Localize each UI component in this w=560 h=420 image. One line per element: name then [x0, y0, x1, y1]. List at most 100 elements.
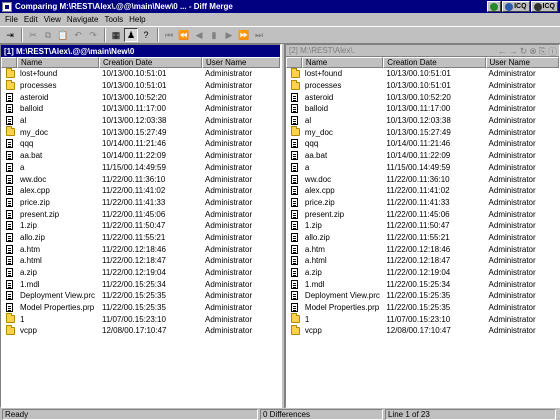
- find-button[interactable]: ♟: [124, 28, 138, 42]
- file-row[interactable]: a.zip 11/22/00.12:19:04 Administrator: [1, 267, 280, 279]
- pane-copy-icon[interactable]: ⎘: [539, 46, 546, 57]
- file-row[interactable]: 1.zip 11/22/00.11:50:47 Administrator: [1, 220, 280, 232]
- file-row[interactable]: a.htm 11/22/00.12:18:46 Administrator: [286, 243, 559, 255]
- next-button[interactable]: ▶: [222, 28, 236, 42]
- file-row[interactable]: processes 10/13/00.10:51:01 Administrator: [286, 79, 559, 92]
- file-row[interactable]: alex.cpp 11/22/00.11:41:02 Administrator: [1, 185, 280, 197]
- file-row[interactable]: aa.bat 10/14/00.11:22:09 Administrator: [1, 150, 280, 162]
- file-row[interactable]: a 11/15/00.14:49:59 Administrator: [1, 162, 280, 174]
- creation-date-column-header[interactable]: Creation Date: [99, 57, 202, 68]
- file-row[interactable]: Deployment View.prc 11/22/00.15:25:35 Admi…: [1, 290, 280, 302]
- creation-date-column-header[interactable]: Creation Date: [383, 57, 486, 68]
- menu-file[interactable]: File: [3, 15, 22, 24]
- file-name: aa.bat: [20, 151, 43, 161]
- file-row[interactable]: processes 10/13/00.10:51:01 Administrator: [1, 79, 280, 92]
- file-name: asteroid: [304, 92, 334, 102]
- properties-button[interactable]: ▦: [109, 28, 123, 42]
- name-column-header[interactable]: Name: [17, 57, 99, 68]
- cut-button[interactable]: ✂: [26, 28, 40, 42]
- menu-navigate[interactable]: Navigate: [65, 15, 103, 24]
- last-diff-button[interactable]: ⏭: [252, 28, 266, 42]
- pane-next-icon[interactable]: →: [509, 46, 518, 56]
- file-row[interactable]: balloid 10/13/00.11:17:00 Administrator: [286, 103, 559, 115]
- file-row-icon-cell: [286, 126, 302, 137]
- file-row[interactable]: my_doc 10/13/00.15:27:49 Administrator: [286, 126, 559, 138]
- file-row[interactable]: a 11/15/00.14:49:59 Administrator: [286, 162, 559, 174]
- file-row[interactable]: 1.mdl 11/22/00.15:25:34 Administrator: [286, 278, 559, 290]
- file-row[interactable]: al 10/13/00.12:03:38 Administrator: [1, 115, 280, 127]
- menu-view[interactable]: View: [42, 15, 65, 24]
- creation-date: 11/22/00.11:36:10: [386, 174, 450, 184]
- creation-date: 10/13/00.11:17:00: [386, 104, 451, 114]
- file-row[interactable]: asteroid 10/13/00.10:52:20 Administrator: [286, 91, 559, 103]
- file-name: a.htm: [304, 244, 325, 254]
- help-button[interactable]: ?: [139, 28, 153, 42]
- file-row[interactable]: a.zip 11/22/00.12:19:04 Administrator: [286, 267, 559, 279]
- file-row[interactable]: vcpp 12/08/00.17:10:47 Administrator: [1, 324, 280, 337]
- file-row[interactable]: price.zip 11/22/00.11:41:33 Administrator: [286, 197, 559, 209]
- paste-button[interactable]: 📋: [56, 28, 70, 42]
- app-icon[interactable]: [2, 1, 12, 12]
- right-file-list: lost+found 10/13/00.10:51:01 Administrator…: [286, 67, 559, 337]
- menu-tools[interactable]: Tools: [102, 15, 127, 24]
- current-button[interactable]: ▮: [207, 28, 221, 42]
- window-title: Comparing M:\REST\Alex\.@@\main\New\0 ..…: [15, 2, 233, 11]
- file-row[interactable]: price.zip 11/22/00.11:41:33 Administrator: [1, 197, 280, 209]
- first-diff-button[interactable]: ⏮: [162, 28, 176, 42]
- file-row[interactable]: ww.doc 11/22/00.11:36:10 Administrator: [1, 173, 280, 185]
- file-row[interactable]: 1 11/07/00.15:23:10 Administrator: [286, 313, 559, 325]
- file-row[interactable]: asteroid 10/13/00.10:52:20 Administrator: [1, 91, 280, 103]
- file-row[interactable]: Deployment View.prc 11/22/00.15:25:35 Admi…: [286, 290, 559, 302]
- tray-item[interactable]: ICQ: [502, 1, 530, 12]
- file-row[interactable]: a.html 11/22/00.12:18:47 Administrator: [286, 255, 559, 267]
- pane-info-icon[interactable]: ⓘ: [548, 45, 557, 58]
- creation-date: 10/13/00.12:03:38: [102, 116, 167, 126]
- undo-button[interactable]: ↶: [71, 28, 85, 42]
- user-name-column-header[interactable]: User Name: [485, 57, 559, 68]
- file-row[interactable]: lost+found 10/13/00.10:51:01 Administrator: [286, 67, 559, 80]
- icon-column-header[interactable]: [1, 57, 17, 68]
- file-row[interactable]: vcpp 12/08/00.17:10:47 Administrator: [286, 324, 559, 337]
- pane-prev-icon[interactable]: ←: [498, 46, 507, 56]
- tray-item[interactable]: [487, 1, 502, 12]
- file-row[interactable]: my_doc 10/13/00.15:27:49 Administrator: [1, 126, 280, 138]
- prev-button[interactable]: ◀: [192, 28, 206, 42]
- redo-button[interactable]: ↷: [86, 28, 100, 42]
- file-row[interactable]: lost+found 10/13/00.10:51:01 Administrator: [1, 67, 280, 80]
- copy-button[interactable]: ⧉: [41, 28, 55, 42]
- file-row[interactable]: Model Properties.prp 11/22/00.15:25:35 Adm…: [1, 302, 280, 314]
- green-app-icon: [490, 2, 499, 11]
- prev-diff-button[interactable]: ⏪: [177, 28, 191, 42]
- next-diff-button[interactable]: ⏩: [237, 28, 251, 42]
- file-row[interactable]: alex.cpp 11/22/00.11:41:02 Administrator: [286, 185, 559, 197]
- file-row[interactable]: allo.zip 11/22/00.11:55:21 Administrator: [286, 232, 559, 244]
- user-name-column-header[interactable]: User Name: [202, 57, 280, 68]
- file-row[interactable]: ww.doc 11/22/00.11:36:10 Administrator: [286, 173, 559, 185]
- pane-refresh-icon[interactable]: ↻: [520, 46, 528, 57]
- tray-item[interactable]: ICQ: [530, 1, 558, 12]
- file-row[interactable]: 1 11/07/00.15:23:10 Administrator: [1, 313, 280, 325]
- file-row[interactable]: 1.zip 11/22/00.11:50:47 Administrator: [286, 220, 559, 232]
- file-row[interactable]: a.html 11/22/00.12:18:47 Administrator: [1, 255, 280, 267]
- file-row[interactable]: balloid 10/13/00.11:17:00 Administrator: [1, 103, 280, 115]
- file-row-icon-cell: [286, 303, 302, 313]
- icon-column-header[interactable]: [286, 57, 302, 68]
- menu-help[interactable]: Help: [127, 15, 149, 24]
- pane-stop-icon[interactable]: ⊗: [529, 46, 537, 57]
- user-name: Administrator: [205, 326, 253, 336]
- menu-edit[interactable]: Edit: [22, 15, 42, 24]
- file-row[interactable]: qqq 10/14/00.11:21:46 Administrator: [286, 138, 559, 150]
- file-row[interactable]: 1.mdl 11/22/00.15:25:34 Administrator: [1, 278, 280, 290]
- file-name: vcpp: [304, 326, 322, 336]
- file-row[interactable]: Model Properties.prp 11/22/00.15:25:35 Adm…: [286, 302, 559, 314]
- file-row[interactable]: present.zip 11/22/00.11:45:06 Administrato…: [1, 208, 280, 220]
- file-row[interactable]: aa.bat 10/14/00.11:22:09 Administrator: [286, 150, 559, 162]
- file-row[interactable]: a.htm 11/22/00.12:18:46 Administrator: [1, 243, 280, 255]
- file-row[interactable]: allo.zip 11/22/00.11:55:21 Administrator: [1, 232, 280, 244]
- exit-button[interactable]: ⇥: [3, 28, 17, 42]
- file-row[interactable]: al 10/13/00.12:03:38 Administrator: [286, 115, 559, 127]
- file-row[interactable]: present.zip 11/22/00.11:45:06 Administrato…: [286, 208, 559, 220]
- file-name: Deployment View.prc: [20, 291, 95, 301]
- file-row[interactable]: qqq 10/14/00.11:21:46 Administrator: [1, 138, 280, 150]
- name-column-header[interactable]: Name: [301, 57, 384, 68]
